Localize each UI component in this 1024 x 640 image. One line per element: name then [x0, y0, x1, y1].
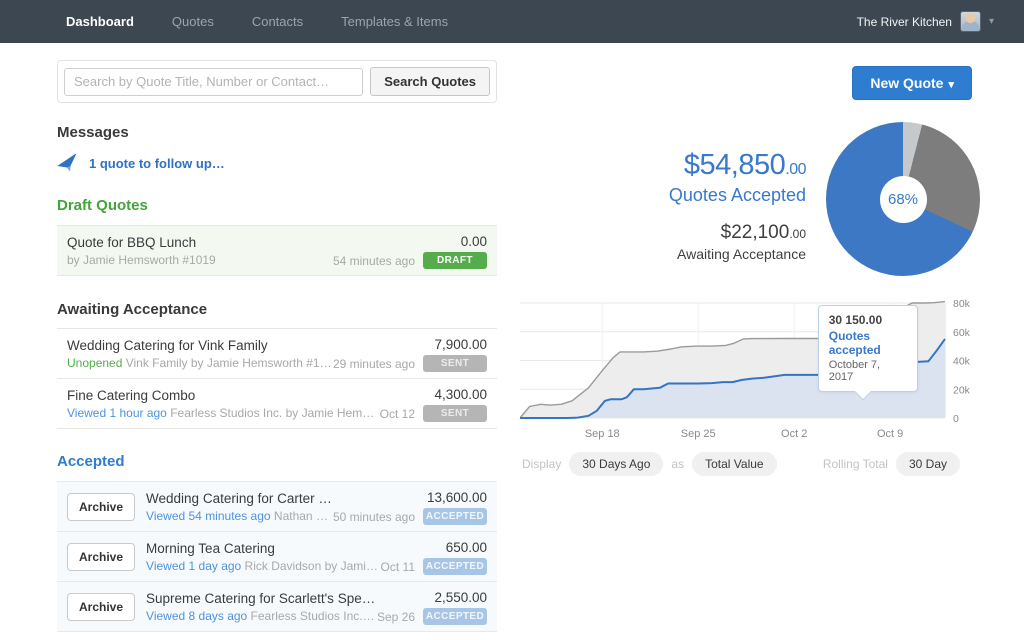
quote-row-accepted[interactable]: Archive Supreme Catering for Scarlett's …: [57, 581, 497, 631]
archive-button[interactable]: Archive: [67, 592, 136, 621]
quote-title: Supreme Catering for Scarlett's Special …: [146, 590, 377, 606]
quote-amount: 650.00: [445, 540, 487, 555]
status-badge: ACCEPTED: [423, 558, 487, 575]
quote-title: Morning Tea Catering: [146, 540, 275, 556]
quote-meta: Vink Family by Jamie Hemsworth #1018: [122, 355, 333, 370]
accepted-heading: Accepted: [57, 453, 125, 470]
svg-text:Oct 2: Oct 2: [781, 428, 807, 440]
quote-amount: 7,900.00: [434, 337, 487, 352]
quote-status-viewed[interactable]: Viewed 1 hour ago: [67, 406, 167, 420]
quote-amount: 0.00: [460, 234, 487, 249]
quote-amount: 13,600.00: [426, 490, 487, 505]
nav-item-quotes[interactable]: Quotes: [172, 14, 214, 29]
status-badge: SENT: [423, 355, 487, 372]
quote-amount: 4,300.00: [434, 387, 487, 402]
metric-selector[interactable]: Total Value: [692, 452, 777, 476]
as-label: as: [671, 457, 685, 471]
quote-title: Wedding Catering for Vink Family: [67, 337, 268, 353]
search-input[interactable]: [64, 67, 364, 96]
quote-date: Oct 11: [380, 559, 415, 574]
draft-quotes-heading: Draft Quotes: [57, 197, 148, 214]
status-badge: DRAFT: [423, 252, 487, 269]
donut-percentage: 68%: [887, 190, 919, 208]
quote-status-viewed[interactable]: Viewed 54 minutes ago: [146, 509, 271, 523]
tooltip-value: 30 150.00: [828, 312, 883, 327]
quote-date: 54 minutes ago: [332, 253, 415, 268]
top-nav: Dashboard Quotes Contacts Templates & It…: [0, 0, 1024, 43]
rolling-total-selector[interactable]: 30 Day: [895, 452, 960, 476]
avatar: [959, 11, 981, 32]
quote-title: Wedding Catering for Carter Family: [146, 490, 333, 506]
quote-title: Fine Catering Combo: [67, 387, 196, 403]
svg-text:60k: 60k: [953, 327, 971, 339]
status-badge: SENT: [423, 405, 487, 422]
chevron-down-icon: ▾: [948, 79, 954, 91]
status-badge: ACCEPTED: [423, 508, 487, 525]
awaiting-total-label: Awaiting Acceptance: [677, 246, 806, 262]
quote-status-unopened: Unopened: [67, 355, 123, 370]
rolling-total-label: Rolling Total: [822, 457, 888, 471]
nav-item-dashboard[interactable]: Dashboard: [66, 14, 134, 29]
quote-row-accepted[interactable]: Archive Morning Tea Catering Viewed 1 da…: [57, 531, 497, 581]
chart-controls: Display 30 Days Ago as Total Value Rolli…: [520, 452, 980, 476]
svg-text:Oct 9: Oct 9: [877, 428, 903, 440]
messages-heading: Messages: [57, 124, 129, 141]
paper-plane-icon: [57, 154, 77, 172]
nav-item-contacts[interactable]: Contacts: [252, 14, 303, 29]
stats-summary: $54,850.00 Quotes Accepted $22,100.00 Aw…: [520, 122, 980, 276]
quote-meta: Nathan Carter by Jamie Hemswo…: [273, 508, 333, 523]
account-menu[interactable]: The River Kitchen ▾: [857, 11, 994, 32]
quote-meta: by Jamie Hemsworth #1019: [67, 252, 216, 267]
donut-chart: 68%: [826, 122, 980, 276]
quote-date: 50 minutes ago: [332, 509, 415, 524]
svg-text:Sep 25: Sep 25: [681, 428, 716, 440]
tooltip-date: October 7, 2017: [828, 358, 881, 383]
accepted-total-label: Quotes Accepted: [668, 185, 806, 205]
quote-date: Sep 26: [376, 609, 415, 624]
accepted-total: $54,850.00: [683, 149, 807, 181]
svg-text:0: 0: [953, 413, 959, 425]
quote-status-viewed[interactable]: Viewed 1 day ago: [146, 559, 241, 573]
quote-row-accepted[interactable]: Archive Wedding Catering for Carter Fami…: [57, 482, 497, 531]
awaiting-total: $22,100.00: [720, 222, 806, 243]
archive-button[interactable]: Archive: [67, 492, 136, 521]
range-selector[interactable]: 30 Days Ago: [569, 452, 664, 476]
chart-tooltip: 30 150.00 Quotes accepted October 7, 201…: [817, 304, 918, 401]
quote-search-form: Search Quotes: [57, 60, 497, 103]
archive-button[interactable]: Archive: [67, 542, 136, 571]
quote-meta: Rick Davidson by Jamie Hemsworth #1014: [244, 558, 381, 573]
svg-text:40k: 40k: [953, 356, 971, 368]
quote-row-awaiting[interactable]: Wedding Catering for Vink Family Unopene…: [57, 328, 497, 378]
account-name: The River Kitchen: [856, 14, 952, 29]
quote-meta: Fearless Studios Inc. by Jamie Hemsworth…: [170, 405, 379, 420]
followup-label: 1 quote to follow up…: [89, 156, 225, 171]
trend-chart: 0 20k 40k 60k 80k Sep 18 Sep 25 Oct 2 Oct 9 30 1…: [520, 293, 980, 443]
nav-item-templates-items[interactable]: Templates & Items: [341, 14, 448, 29]
search-quotes-button[interactable]: Search Quotes: [370, 67, 490, 96]
svg-text:20k: 20k: [953, 384, 971, 396]
quote-meta: Fearless Studios Inc. by Jamie Hemsworth…: [250, 608, 377, 623]
display-label: Display: [522, 457, 562, 471]
status-badge: ACCEPTED: [423, 608, 487, 625]
awaiting-acceptance-heading: Awaiting Acceptance: [57, 301, 208, 318]
quote-date: 29 minutes ago: [332, 356, 415, 371]
chevron-down-icon: ▾: [988, 16, 994, 27]
tooltip-series: Quotes accepted: [828, 328, 881, 357]
svg-text:Sep 18: Sep 18: [585, 428, 620, 440]
quote-row-draft[interactable]: Quote for BBQ Lunch by Jamie Hemsworth #…: [57, 225, 497, 276]
svg-text:80k: 80k: [953, 298, 971, 310]
quote-title: Quote for BBQ Lunch: [67, 234, 197, 250]
quote-status-viewed[interactable]: Viewed 8 days ago: [146, 609, 247, 623]
followup-link[interactable]: 1 quote to follow up…: [57, 154, 497, 173]
new-quote-button[interactable]: New Quote ▾: [852, 66, 972, 100]
quote-amount: 2,550.00: [434, 590, 487, 605]
quote-row-awaiting[interactable]: Fine Catering Combo Viewed 1 hour ago Fe…: [57, 378, 497, 429]
quote-date: Oct 12: [379, 406, 415, 421]
